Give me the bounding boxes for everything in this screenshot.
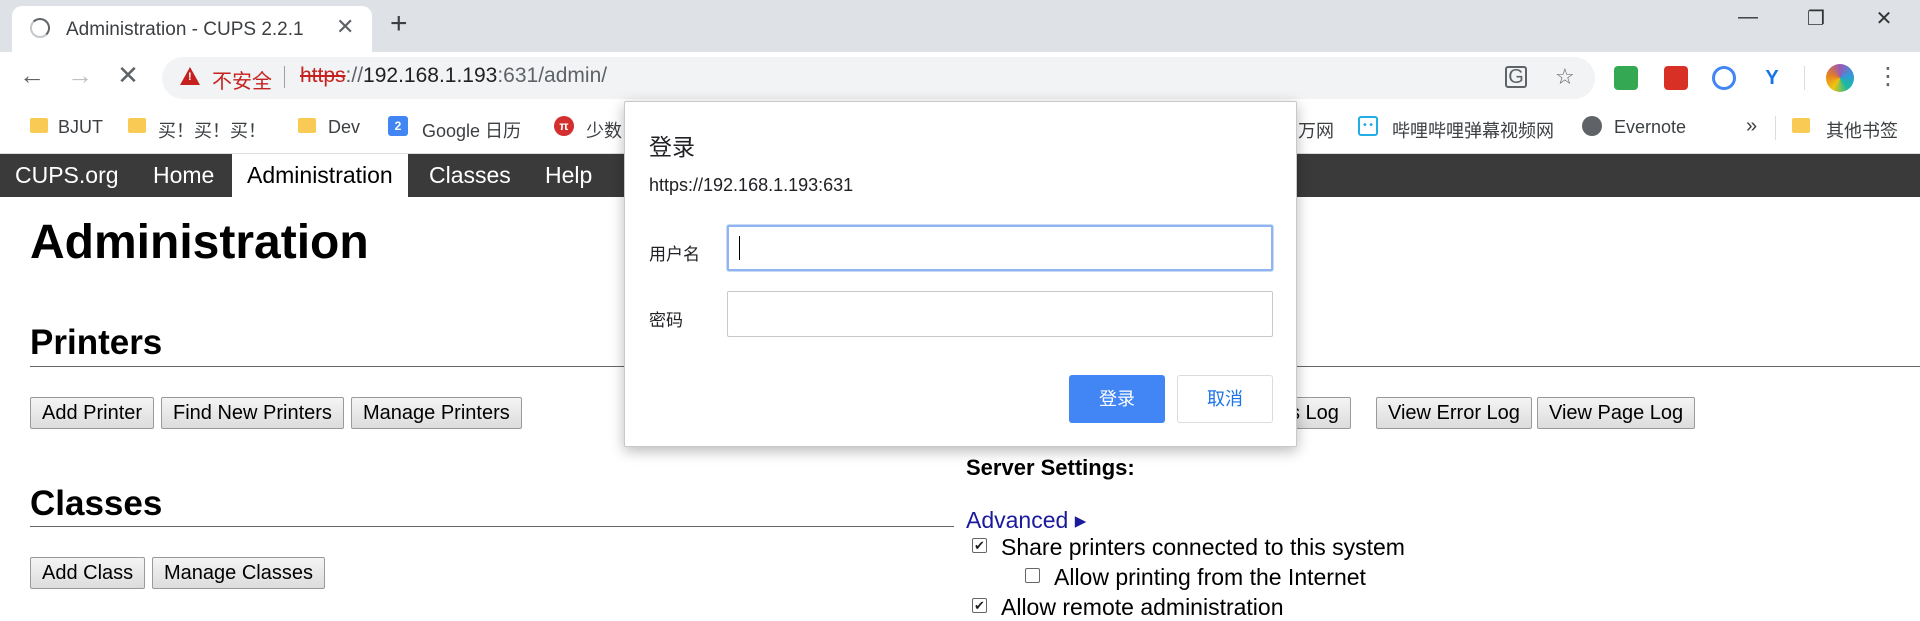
dots-extension-icon[interactable] — [1664, 66, 1688, 90]
allow-internet-printing-checkbox[interactable] — [1025, 568, 1040, 583]
add-printer-button[interactable]: Add Printer — [30, 397, 155, 429]
bookmark-evernote[interactable]: Evernote — [1614, 117, 1686, 138]
password-input[interactable] — [727, 291, 1273, 337]
classes-heading: Classes — [30, 484, 163, 523]
minimize-button[interactable]: — — [1733, 6, 1763, 29]
bookmarks-divider — [1775, 116, 1776, 140]
toolbar-divider — [1804, 66, 1805, 90]
back-button[interactable]: ← — [14, 60, 50, 91]
bookmark-dev[interactable]: Dev — [328, 117, 360, 138]
page-title: Administration — [30, 216, 369, 269]
star-icon[interactable]: ☆ — [1555, 64, 1575, 90]
view-page-log-button[interactable]: View Page Log — [1537, 397, 1696, 429]
browser-menu-icon[interactable]: ⋮ — [1876, 62, 1900, 91]
allow-remote-admin-label: Allow remote administration — [1001, 594, 1284, 620]
bookmark-wanwang[interactable]: 万网 — [1298, 117, 1334, 143]
classes-divider — [30, 526, 954, 527]
omnibox-divider — [284, 66, 285, 88]
login-dialog: 登录 https://192.168.1.193:631 用户名 密码 登录 取… — [624, 101, 1297, 447]
view-error-log-button[interactable]: View Error Log — [1376, 397, 1532, 429]
browser-toolbar: ← → ✕ ! 不安全 https://192.168.1.193:631/ad… — [0, 52, 1920, 104]
login-button[interactable]: 登录 — [1069, 375, 1165, 423]
allow-remote-admin-checkbox[interactable]: ✔ — [972, 598, 987, 613]
manage-printers-button[interactable]: Manage Printers — [351, 397, 522, 429]
y-extension-icon[interactable]: Y — [1760, 66, 1784, 90]
add-class-button[interactable]: Add Class — [30, 557, 146, 589]
dialog-title: 登录 — [649, 134, 695, 160]
bookmark-bjut[interactable]: BJUT — [58, 117, 103, 138]
url-text[interactable]: https://192.168.1.193:631/admin/ — [300, 64, 607, 88]
printers-heading: Printers — [30, 323, 163, 362]
username-input[interactable] — [727, 225, 1273, 271]
share-printers-label: Share printers connected to this system — [1001, 534, 1405, 560]
cancel-button[interactable]: 取消 — [1177, 375, 1273, 423]
dialog-origin: https://192.168.1.193:631 — [649, 175, 854, 195]
find-new-printers-button[interactable]: Find New Printers — [161, 397, 344, 429]
nav-home[interactable]: Home — [138, 154, 229, 197]
tab-close-icon[interactable]: ✕ — [336, 14, 354, 40]
url-host: 192.168.1.193 — [363, 64, 498, 87]
username-label: 用户名 — [649, 245, 700, 264]
bookmark-buy[interactable]: 买！买！买！ — [158, 117, 266, 143]
pi-icon: π — [554, 116, 574, 136]
globe-icon — [1582, 116, 1602, 136]
check-extension-icon[interactable] — [1712, 66, 1736, 90]
bookmark-google-calendar[interactable]: Google 日历 — [422, 117, 521, 143]
browser-tab[interactable]: Administration - CUPS 2.2.1 ✕ — [12, 6, 372, 52]
bookmark-bilibili[interactable]: 哔哩哔哩弹幕视频网 — [1392, 117, 1554, 143]
nav-classes[interactable]: Classes — [414, 154, 526, 197]
text-caret — [739, 236, 740, 260]
calendar-icon: 2 — [388, 116, 408, 136]
allow-internet-printing-label: Allow printing from the Internet — [1054, 564, 1366, 590]
password-label: 密码 — [649, 311, 683, 330]
loading-spinner-icon — [30, 18, 50, 38]
advanced-link[interactable]: Advanced ▸ — [966, 507, 1086, 534]
stop-loading-button[interactable]: ✕ — [110, 60, 146, 91]
manage-classes-button[interactable]: Manage Classes — [152, 557, 325, 589]
tab-title: Administration - CUPS 2.2.1 — [66, 19, 304, 40]
tab-strip: Administration - CUPS 2.2.1 ✕ + — ❐ ✕ — [0, 0, 1920, 52]
url-scheme: https — [300, 64, 346, 87]
forward-button[interactable]: → — [62, 60, 98, 91]
folder-icon — [128, 118, 146, 133]
url-separator: :// — [345, 64, 364, 87]
warning-icon[interactable]: ! — [180, 67, 200, 85]
server-settings-heading: Server Settings: — [966, 455, 1135, 480]
window-close-button[interactable]: ✕ — [1869, 6, 1899, 31]
bilibili-icon: • • — [1358, 116, 1378, 136]
bookmarks-overflow-button[interactable]: » — [1746, 115, 1757, 138]
bookmark-shaoshu[interactable]: 少数 — [586, 117, 622, 143]
profile-avatar[interactable] — [1826, 64, 1854, 92]
download-extension-icon[interactable] — [1614, 66, 1638, 90]
bookmark-other[interactable]: 其他书签 — [1826, 117, 1898, 143]
folder-icon — [298, 118, 316, 133]
nav-help[interactable]: Help — [530, 154, 607, 197]
folder-icon — [1792, 118, 1810, 133]
restore-button[interactable]: ❐ — [1801, 6, 1831, 31]
share-printers-checkbox[interactable]: ✔ — [972, 538, 987, 553]
nav-cups-org[interactable]: CUPS.org — [0, 154, 134, 197]
url-path: :631/admin/ — [497, 64, 608, 87]
folder-icon — [30, 118, 48, 133]
nav-administration[interactable]: Administration — [232, 154, 408, 197]
translate-icon[interactable]: G — [1505, 66, 1527, 88]
security-label[interactable]: 不安全 — [212, 65, 272, 94]
new-tab-button[interactable]: + — [390, 8, 408, 40]
